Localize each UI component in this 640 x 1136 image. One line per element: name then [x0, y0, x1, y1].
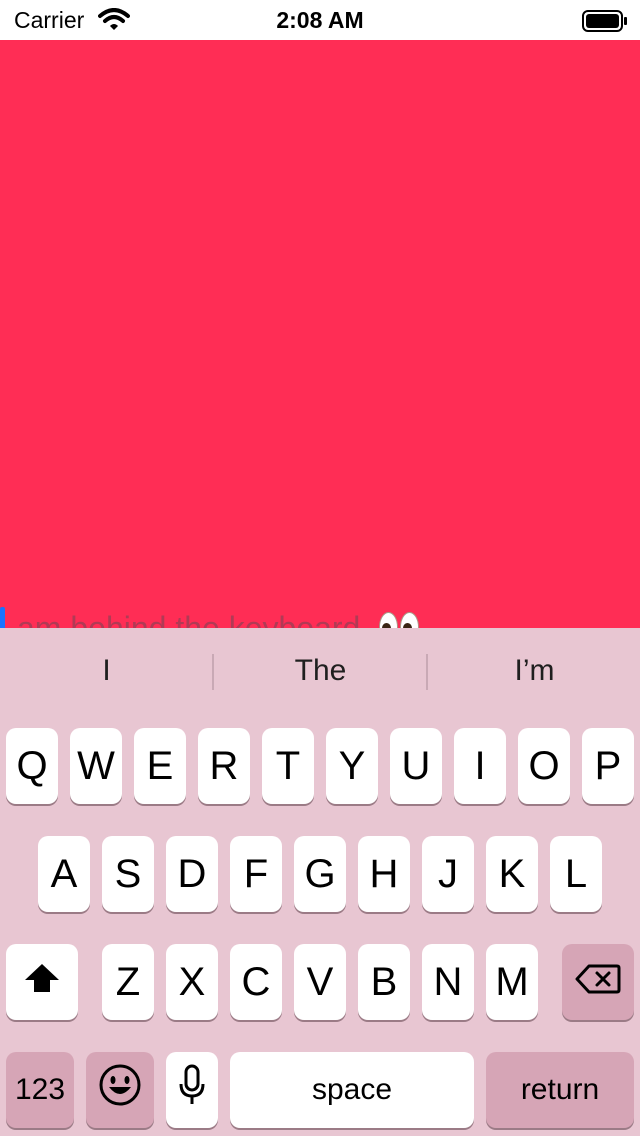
key-a[interactable]: A — [38, 836, 90, 912]
key-u[interactable]: U — [390, 728, 442, 804]
dictation-key[interactable] — [166, 1052, 218, 1128]
content-view: am behind the keyboard — [0, 40, 640, 649]
numbers-key[interactable]: 123 — [6, 1052, 74, 1128]
key-c[interactable]: C — [230, 944, 282, 1020]
key-i[interactable]: I — [454, 728, 506, 804]
key-s[interactable]: S — [102, 836, 154, 912]
key-j[interactable]: J — [422, 836, 474, 912]
emoji-smiley-icon — [98, 1063, 142, 1117]
return-key[interactable]: return — [486, 1052, 634, 1128]
status-bar: Carrier 2:08 AM — [0, 0, 640, 40]
key-q[interactable]: Q — [6, 728, 58, 804]
shift-icon — [22, 960, 62, 1005]
shift-key[interactable] — [6, 944, 78, 1020]
key-t[interactable]: T — [262, 728, 314, 804]
battery-icon — [582, 10, 628, 37]
key-n[interactable]: N — [422, 944, 474, 1020]
key-f[interactable]: F — [230, 836, 282, 912]
key-g[interactable]: G — [294, 836, 346, 912]
key-r[interactable]: R — [198, 728, 250, 804]
key-k[interactable]: K — [486, 836, 538, 912]
key-e[interactable]: E — [134, 728, 186, 804]
key-x[interactable]: X — [166, 944, 218, 1020]
suggestion-item-3[interactable]: I’m — [428, 654, 640, 688]
key-d[interactable]: D — [166, 836, 218, 912]
suggestion-item-1[interactable]: I — [0, 654, 213, 688]
key-l[interactable]: L — [550, 836, 602, 912]
key-o[interactable]: O — [518, 728, 570, 804]
emoji-key[interactable] — [86, 1052, 154, 1128]
key-p[interactable]: P — [582, 728, 634, 804]
delete-backspace-icon — [575, 960, 621, 1005]
delete-key[interactable] — [562, 944, 634, 1020]
suggestion-bar: I The I’m — [0, 628, 640, 716]
key-h[interactable]: H — [358, 836, 410, 912]
key-y[interactable]: Y — [326, 728, 378, 804]
key-z[interactable]: Z — [102, 944, 154, 1020]
space-key[interactable]: space — [230, 1052, 474, 1128]
key-w[interactable]: W — [70, 728, 122, 804]
keyboard: I The I’m Q W E R T Y U I O P A S D F G … — [0, 628, 640, 1136]
key-b[interactable]: B — [358, 944, 410, 1020]
suggestion-item-2[interactable]: The — [214, 654, 427, 688]
key-m[interactable]: M — [486, 944, 538, 1020]
microphone-icon — [178, 1064, 206, 1116]
key-v[interactable]: V — [294, 944, 346, 1020]
clock: 2:08 AM — [276, 7, 364, 33]
